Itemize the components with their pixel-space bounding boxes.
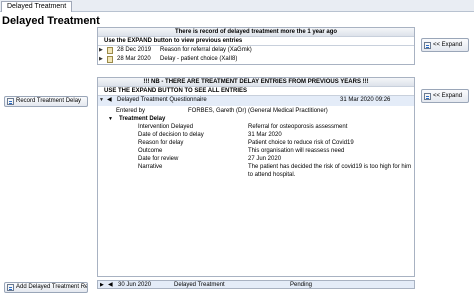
- field-value: Patient choice to reduce risk of Covid19: [248, 140, 354, 146]
- field-label: Intervention Delayed: [138, 124, 194, 130]
- entry-description: Delay - patient choice (XaII8): [160, 56, 238, 62]
- questionnaire-details: Entered by FORBES, Gareth (Dr) (General …: [98, 106, 414, 276]
- field-value-continued: to attend hospital.: [248, 172, 296, 178]
- document-icon: [107, 56, 113, 63]
- document-icon: [424, 92, 431, 100]
- expand-arrow-icon[interactable]: ▶: [99, 46, 103, 55]
- field-value: 31 Mar 2020: [248, 132, 282, 138]
- field-label: Reason for delay: [138, 140, 184, 146]
- entries-warning-header: !!! NB - THERE ARE TREATMENT DELAY ENTRI…: [98, 78, 414, 87]
- document-icon: [424, 41, 431, 49]
- recall-row[interactable]: ▶ ◀ 30 Jun 2020 Delayed Treatment Pendin…: [97, 280, 415, 289]
- expand-arrow-icon[interactable]: ▶: [100, 281, 104, 289]
- questionnaire-datetime: 31 Mar 2020 09:26: [340, 97, 391, 103]
- field-value: This organisation will reassess need: [248, 148, 345, 154]
- document-icon: [107, 47, 113, 54]
- previous-entry-row[interactable]: ▶ 28 Dec 2019 Reason for referral delay …: [98, 46, 414, 55]
- treatment-entries-panel: !!! NB - THERE ARE TREATMENT DELAY ENTRI…: [97, 77, 415, 277]
- entered-by-value: FORBES, Gareth (Dr) (General Medical Pra…: [188, 108, 328, 114]
- entry-date: 28 Mar 2020: [117, 56, 151, 62]
- add-recall-label: Add Delayed Treatment Recall: [16, 284, 87, 290]
- expand-arrow-icon[interactable]: ▶: [99, 55, 103, 64]
- recall-name: Delayed Treatment: [174, 282, 225, 288]
- document-icon: [7, 284, 14, 291]
- field-label: Outcome: [138, 148, 163, 154]
- document-icon: [7, 98, 14, 105]
- previous-entries-panel: There is record of delayed treatment mor…: [97, 27, 415, 65]
- recall-status: Pending: [290, 282, 313, 288]
- speaker-icon: ◀: [108, 282, 113, 288]
- field-value: 27 Jun 2020: [248, 156, 282, 162]
- previous-entries-subheader: Use the EXPAND button to view previous e…: [98, 37, 414, 46]
- field-label: Date for review: [138, 156, 179, 162]
- previous-entries-header: There is record of delayed treatment mor…: [98, 28, 414, 37]
- entry-date: 28 Dec 2019: [117, 47, 152, 53]
- entries-expand-subheader: USE THE EXPAND BUTTON TO SEE ALL ENTRIES: [98, 87, 414, 96]
- speaker-icon: ◀: [107, 97, 112, 103]
- previous-entry-row[interactable]: ▶ 28 Mar 2020 Delay - patient choice (Xa…: [98, 55, 414, 64]
- record-treatment-delay-button[interactable]: Record Treatment Delay: [4, 96, 88, 107]
- section-title: Treatment Delay: [119, 116, 166, 122]
- tab-delayed-treatment[interactable]: Delayed Treatment: [1, 1, 73, 12]
- field-label: Date of decision to delay: [138, 132, 204, 138]
- questionnaire-row[interactable]: ▼ ◀ Delayed Treatment Questionnaire 31 M…: [98, 96, 414, 106]
- expand-entries-button[interactable]: << Expand: [421, 89, 469, 103]
- entered-by-label: Entered by: [116, 108, 146, 114]
- page-title: Delayed Treatment: [2, 15, 100, 27]
- collapse-arrow-icon[interactable]: ▼: [99, 96, 104, 105]
- questionnaire-title: Delayed Treatment Questionnaire: [117, 97, 207, 103]
- expand-label: << Expand: [433, 41, 463, 48]
- recall-date: 30 Jun 2020: [118, 282, 152, 288]
- expand-label: << Expand: [433, 92, 463, 99]
- section-collapse-icon[interactable]: ▼: [108, 115, 113, 123]
- field-label: Narrative: [138, 164, 163, 170]
- entry-description: Reason for referral delay (XaGmk): [160, 47, 252, 53]
- add-delayed-treatment-recall-button[interactable]: Add Delayed Treatment Recall: [4, 282, 88, 293]
- field-value: The patient has decided the risk of covi…: [248, 164, 412, 170]
- expand-previous-button[interactable]: << Expand: [421, 38, 469, 52]
- field-value: Referral for osteoporosis assessment: [248, 124, 348, 130]
- record-label: Record Treatment Delay: [16, 98, 82, 104]
- tab-strip: Delayed Treatment: [0, 0, 474, 12]
